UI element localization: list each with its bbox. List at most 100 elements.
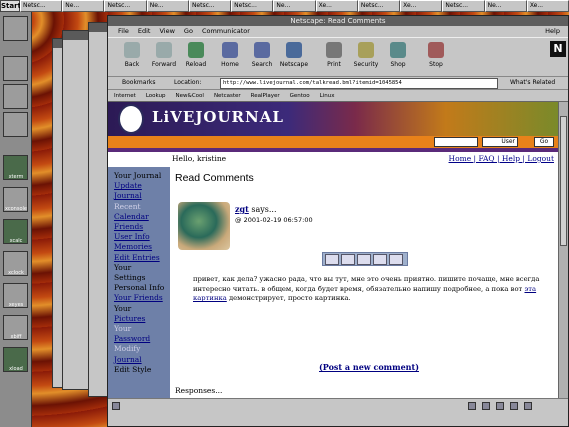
livejournal-logo: LiVEJOURNAL xyxy=(152,108,284,126)
next-icon[interactable] xyxy=(389,254,403,265)
personal-link[interactable]: New&Cool xyxy=(176,90,204,101)
sidebar-item[interactable]: Edit Entries xyxy=(114,253,160,262)
back-icon xyxy=(124,42,140,58)
button-label: Netscape xyxy=(279,61,309,68)
task-button[interactable]: Netsc... xyxy=(188,0,232,12)
scroll-thumb[interactable] xyxy=(560,116,567,246)
button-label: Shop xyxy=(390,61,406,68)
task-button[interactable]: Ne... xyxy=(273,0,316,12)
sidebar-item[interactable]: User Info xyxy=(114,232,150,241)
security-status-icon[interactable] xyxy=(112,402,120,410)
task-button[interactable]: Netsc... xyxy=(442,0,485,12)
dock-slot[interactable] xyxy=(3,84,28,109)
dock-label: xeyes xyxy=(8,302,24,308)
tell-friend-icon[interactable] xyxy=(357,254,371,265)
search-go-button[interactable]: Go xyxy=(534,137,554,147)
menu-go[interactable]: Go xyxy=(184,26,193,37)
sidebar-item[interactable]: Journal xyxy=(114,355,142,364)
task-button[interactable]: Xe... xyxy=(400,0,443,12)
personal-link[interactable]: Gentoo xyxy=(290,90,310,101)
post-date: @ 2001-02-19 06:57:00 xyxy=(235,216,313,224)
says-text: says... xyxy=(248,205,277,214)
menu-communicator[interactable]: Communicator xyxy=(202,26,250,37)
print-button[interactable]: Print xyxy=(318,42,350,76)
page-title: Read Comments xyxy=(175,172,254,184)
search-button[interactable]: Search xyxy=(246,42,278,76)
sidebar-item[interactable]: Friends xyxy=(114,222,143,231)
menubar: File Edit View Go Communicator Help xyxy=(108,26,568,37)
sidebar-item[interactable]: Calendar xyxy=(114,212,149,221)
task-button[interactable]: Ne... xyxy=(62,0,105,12)
personal-toolbar: Internet Lookup New&Cool Netcaster RealP… xyxy=(108,90,568,102)
menu-help[interactable]: Help xyxy=(545,26,568,37)
home-button[interactable]: Home xyxy=(214,42,246,76)
component-icon[interactable] xyxy=(510,402,518,410)
shop-button[interactable]: Shop xyxy=(382,42,414,76)
sidebar-item[interactable]: Password xyxy=(114,334,150,343)
greeting: Hello, kristine xyxy=(172,154,227,163)
dock-label: xconsole xyxy=(5,206,27,212)
task-button[interactable]: Ne... xyxy=(146,0,189,12)
vertical-scrollbar[interactable] xyxy=(558,102,568,398)
dock-slot[interactable] xyxy=(3,56,28,81)
netscape-button[interactable]: Netscape xyxy=(278,42,310,76)
dock-slot[interactable] xyxy=(3,16,28,41)
task-button[interactable]: Ne... xyxy=(484,0,527,12)
prev-icon[interactable] xyxy=(325,254,339,265)
dock-label: xload xyxy=(9,366,23,372)
personal-link[interactable]: Netcaster xyxy=(214,90,241,101)
component-icon[interactable] xyxy=(496,402,504,410)
top-links[interactable]: Home | FAQ | Help | Logout xyxy=(449,154,554,163)
sidebar-item[interactable]: Your Friends xyxy=(114,293,163,302)
location-label: Location: xyxy=(174,79,202,86)
memory-icon[interactable] xyxy=(341,254,355,265)
task-button[interactable]: Xe... xyxy=(315,0,358,12)
task-button[interactable]: Netsc... xyxy=(104,0,147,12)
dock-label: xcalc xyxy=(9,238,23,244)
post-comment-link[interactable]: (Post a new comment) xyxy=(319,362,419,372)
task-button[interactable]: Netsc... xyxy=(357,0,401,12)
shop-icon xyxy=(390,42,406,58)
edit-icon[interactable] xyxy=(373,254,387,265)
back-button[interactable]: Back xyxy=(116,42,148,76)
netscape-icon xyxy=(286,42,302,58)
menu-file[interactable]: File xyxy=(118,26,129,37)
task-button[interactable]: Netsc... xyxy=(20,0,63,12)
whats-related-button[interactable]: What's Related xyxy=(510,79,555,86)
sidebar-item[interactable]: Pictures xyxy=(114,314,145,323)
search-input[interactable] xyxy=(434,137,478,147)
component-icon[interactable] xyxy=(482,402,490,410)
forward-button[interactable]: Forward xyxy=(148,42,180,76)
sidebar-item[interactable]: Update xyxy=(114,181,142,190)
responses-label: Responses... xyxy=(175,386,223,395)
dock-slot[interactable] xyxy=(3,112,28,137)
sidebar-item: Your xyxy=(114,324,132,333)
sidebar-item[interactable]: Memories xyxy=(114,242,152,251)
component-icon[interactable] xyxy=(468,402,476,410)
button-label: Print xyxy=(327,61,341,68)
bookmarks-button[interactable]: Bookmarks xyxy=(122,79,156,86)
menu-edit[interactable]: Edit xyxy=(138,26,151,37)
task-button[interactable]: Netsc... xyxy=(231,0,274,12)
reload-button[interactable]: Reload xyxy=(180,42,212,76)
security-button[interactable]: Security xyxy=(350,42,382,76)
start-button[interactable]: Start xyxy=(0,0,21,12)
author-link[interactable]: zgt xyxy=(235,204,249,214)
home-icon xyxy=(222,42,238,58)
menu-view[interactable]: View xyxy=(159,26,174,37)
window-title[interactable]: Netscape: Read Comments xyxy=(108,16,568,26)
sidebar-item[interactable]: Journal xyxy=(114,191,142,200)
url-input[interactable]: http://www.livejournal.com/talkread.bml?… xyxy=(220,78,498,89)
personal-link[interactable]: RealPlayer xyxy=(251,90,280,101)
personal-link[interactable]: Linux xyxy=(320,90,335,101)
sidebar-item: Personal Info xyxy=(114,283,165,293)
personal-link[interactable]: Internet xyxy=(114,90,136,101)
task-button[interactable]: Xe... xyxy=(526,0,569,12)
stop-button[interactable]: Stop xyxy=(420,42,452,76)
button-label: Back xyxy=(124,61,140,68)
search-type-select[interactable]: User xyxy=(482,137,518,147)
personal-link[interactable]: Lookup xyxy=(146,90,166,101)
dock: xterm xconsole xcalc xclock xeyes xbiff … xyxy=(0,12,32,427)
component-icon[interactable] xyxy=(524,402,532,410)
lock-icon xyxy=(358,42,374,58)
